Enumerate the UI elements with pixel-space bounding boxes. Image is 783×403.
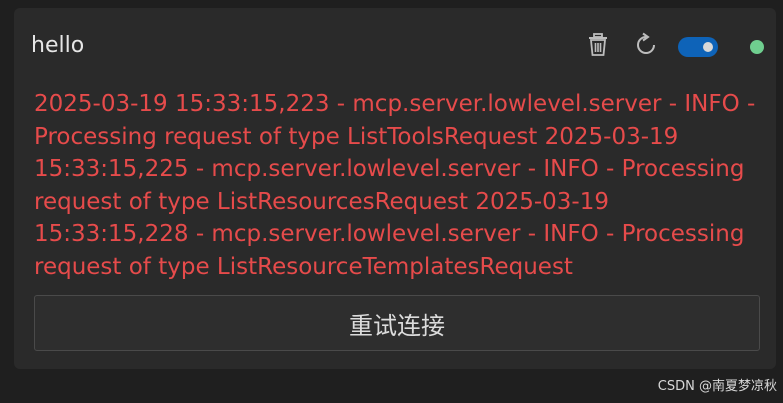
server-name: hello: [31, 33, 85, 58]
trash-icon: [587, 33, 609, 61]
refresh-server-button[interactable]: [632, 32, 660, 62]
card-header: hello: [14, 8, 776, 84]
server-enable-toggle[interactable]: [678, 37, 718, 57]
header-actions: [584, 32, 764, 62]
watermark: CSDN @南夏梦凉秋: [657, 379, 777, 394]
retry-connection-button[interactable]: 重试连接: [34, 295, 760, 351]
status-indicator: [750, 40, 764, 54]
error-log-text: 2025-03-19 15:33:15,223 - mcp.server.low…: [34, 91, 756, 280]
mcp-server-card: hello 2025-03-19 15:33:15,223 - mcp.serv…: [14, 8, 776, 369]
refresh-icon: [633, 32, 659, 62]
delete-server-button[interactable]: [584, 33, 612, 61]
toggle-knob: [703, 42, 713, 52]
